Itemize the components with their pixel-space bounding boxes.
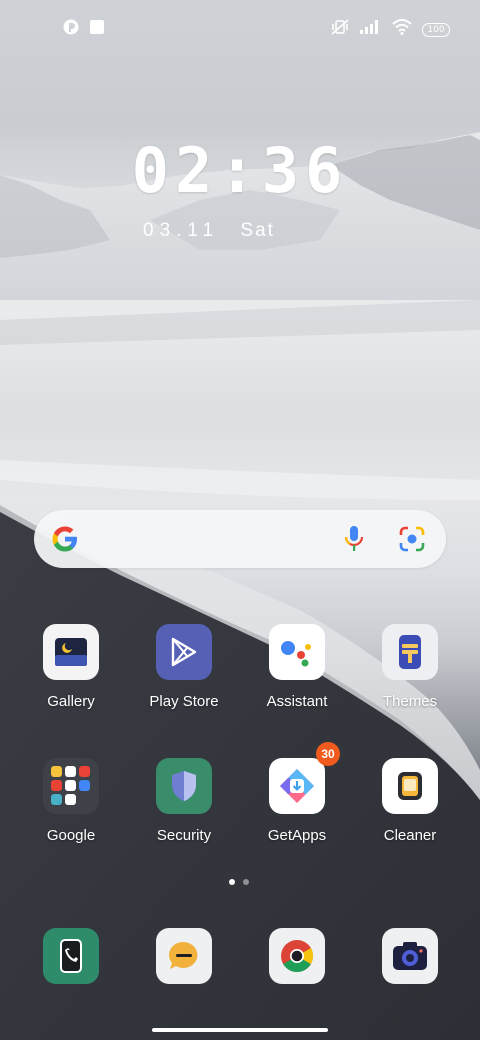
- google-search-bar[interactable]: [34, 510, 446, 568]
- page-indicator: [229, 879, 249, 885]
- clock-time[interactable]: 02:36: [0, 134, 480, 207]
- notification-badge: 30: [316, 742, 340, 766]
- app-play-store[interactable]: Play Store: [128, 624, 240, 710]
- themes-icon: [382, 624, 438, 680]
- page-dot-2: [243, 879, 249, 885]
- app-label: Assistant: [266, 693, 328, 710]
- date-value: 03.11: [143, 220, 220, 241]
- app-themes[interactable]: Themes: [354, 624, 466, 710]
- dock-camera[interactable]: [382, 928, 438, 984]
- chrome-icon: [281, 940, 314, 972]
- app-assistant[interactable]: Assistant: [241, 624, 353, 710]
- getapps-icon: 30: [269, 742, 340, 814]
- dock-phone[interactable]: [43, 928, 99, 984]
- wifi-icon: [392, 19, 412, 40]
- app-label: Themes: [382, 693, 438, 710]
- battery-indicator: 100: [422, 22, 450, 37]
- home-indicator[interactable]: [152, 1028, 328, 1032]
- app-security[interactable]: Security: [128, 758, 240, 844]
- app-cleaner[interactable]: Cleaner: [354, 758, 466, 844]
- notification-square-icon: [89, 19, 105, 40]
- camera-icon: [393, 942, 427, 970]
- cleaner-icon: [382, 758, 438, 814]
- app-label: Cleaner: [383, 827, 437, 844]
- google-lens-icon[interactable]: [398, 525, 426, 558]
- phone-icon: [60, 939, 82, 973]
- google-folder-icon: [43, 758, 99, 814]
- google-logo-icon: [50, 524, 80, 559]
- security-icon: [156, 758, 212, 814]
- assistant-icon: [269, 624, 325, 680]
- day-value: Sat: [240, 220, 275, 241]
- app-label: Security: [156, 827, 212, 844]
- page-dot-1: [229, 879, 235, 885]
- app-label: Play Store: [149, 693, 219, 710]
- voice-search-icon[interactable]: [342, 524, 366, 559]
- gallery-icon: [43, 624, 99, 680]
- app-label: Google: [46, 827, 96, 844]
- vibrate-off-icon: [330, 18, 350, 41]
- app-folder-google[interactable]: Google: [15, 758, 127, 844]
- app-gallery[interactable]: Gallery: [15, 624, 127, 710]
- clock-date[interactable]: 03.11 Sat: [143, 220, 275, 242]
- signal-icon: [360, 20, 382, 39]
- notification-app-icon: [63, 19, 79, 40]
- dock-chrome[interactable]: [269, 928, 325, 984]
- app-label: GetApps: [267, 827, 327, 844]
- messages-icon: [169, 941, 198, 969]
- status-bar: 100: [0, 0, 480, 56]
- dock-messages[interactable]: [156, 928, 212, 984]
- app-label: Gallery: [47, 693, 95, 710]
- play-store-icon: [156, 624, 212, 680]
- app-getapps[interactable]: 30 GetApps: [241, 742, 353, 844]
